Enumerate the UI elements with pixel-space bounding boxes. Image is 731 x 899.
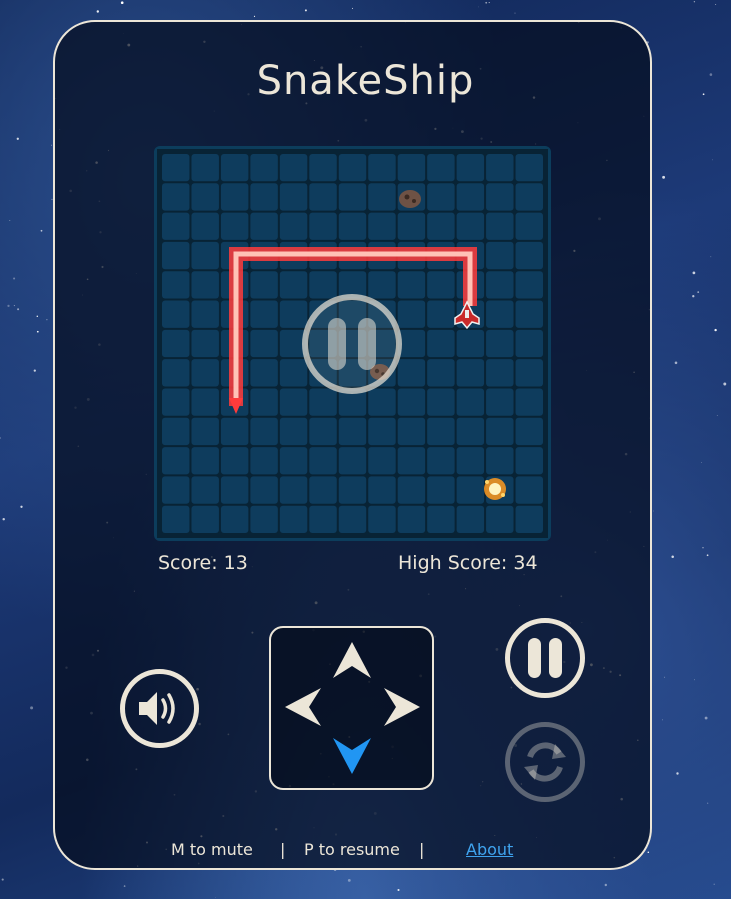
footer-separator: | (419, 840, 425, 859)
star (7, 304, 10, 308)
star (30, 706, 34, 710)
star (2, 517, 5, 521)
star (676, 772, 679, 775)
score-display: Score: 13 (158, 552, 248, 574)
star (713, 883, 715, 885)
game-title: SnakeShip (256, 58, 475, 104)
star (711, 159, 713, 161)
star (347, 879, 351, 882)
restart-button[interactable] (505, 722, 585, 802)
star (33, 369, 36, 372)
star (51, 144, 53, 146)
star (397, 888, 400, 892)
high-score-display: High Score: 34 (398, 552, 538, 574)
star (702, 547, 704, 549)
footer-separator: | (280, 840, 286, 859)
star (16, 137, 19, 140)
star (488, 2, 490, 4)
star (694, 679, 696, 681)
star (0, 437, 1, 439)
star (704, 716, 708, 720)
star (693, 1, 696, 3)
star (13, 305, 15, 307)
star (701, 462, 702, 463)
pause-overlay-icon[interactable] (302, 294, 402, 394)
star (710, 256, 712, 258)
mute-hint: M to mute (171, 840, 253, 859)
asteroid-icon (399, 190, 421, 208)
star (40, 229, 43, 232)
star (17, 308, 20, 311)
star (662, 719, 663, 721)
arrow-down-button[interactable] (333, 734, 371, 774)
star (692, 295, 695, 298)
star (120, 1, 124, 5)
star (604, 883, 608, 887)
star (697, 291, 700, 293)
star (514, 12, 516, 14)
star (671, 555, 674, 558)
star (485, 1, 488, 4)
arrow-right-button[interactable] (382, 688, 420, 726)
arrow-up-button[interactable] (333, 642, 371, 680)
star (674, 361, 678, 365)
star (653, 510, 654, 512)
speaker-icon (139, 692, 175, 725)
star (9, 220, 11, 222)
star (304, 9, 307, 12)
star (20, 505, 23, 508)
star (253, 15, 256, 18)
about-link[interactable]: About (466, 840, 513, 859)
pause-button[interactable] (505, 618, 585, 698)
star (36, 330, 39, 333)
direction-pad (269, 626, 434, 790)
star (715, 4, 717, 6)
star (36, 315, 39, 318)
star (723, 382, 727, 386)
board-entities (229, 190, 506, 500)
star (96, 10, 100, 13)
star (707, 802, 709, 804)
star (1, 878, 4, 881)
explosion-icon (484, 478, 506, 500)
mute-button[interactable] (120, 669, 199, 748)
star (706, 554, 709, 557)
star (664, 676, 666, 678)
star (662, 175, 666, 179)
star (716, 414, 718, 416)
star (647, 851, 650, 853)
star (13, 277, 16, 280)
arrow-left-button[interactable] (285, 688, 323, 726)
star (692, 271, 696, 275)
star (123, 885, 126, 887)
star (352, 7, 353, 9)
resume-hint: P to resume (304, 840, 400, 859)
star (478, 6, 479, 8)
restart-icon (524, 742, 566, 782)
pause-icon (528, 638, 562, 678)
star (214, 897, 216, 899)
star (46, 319, 48, 321)
star (714, 328, 717, 332)
